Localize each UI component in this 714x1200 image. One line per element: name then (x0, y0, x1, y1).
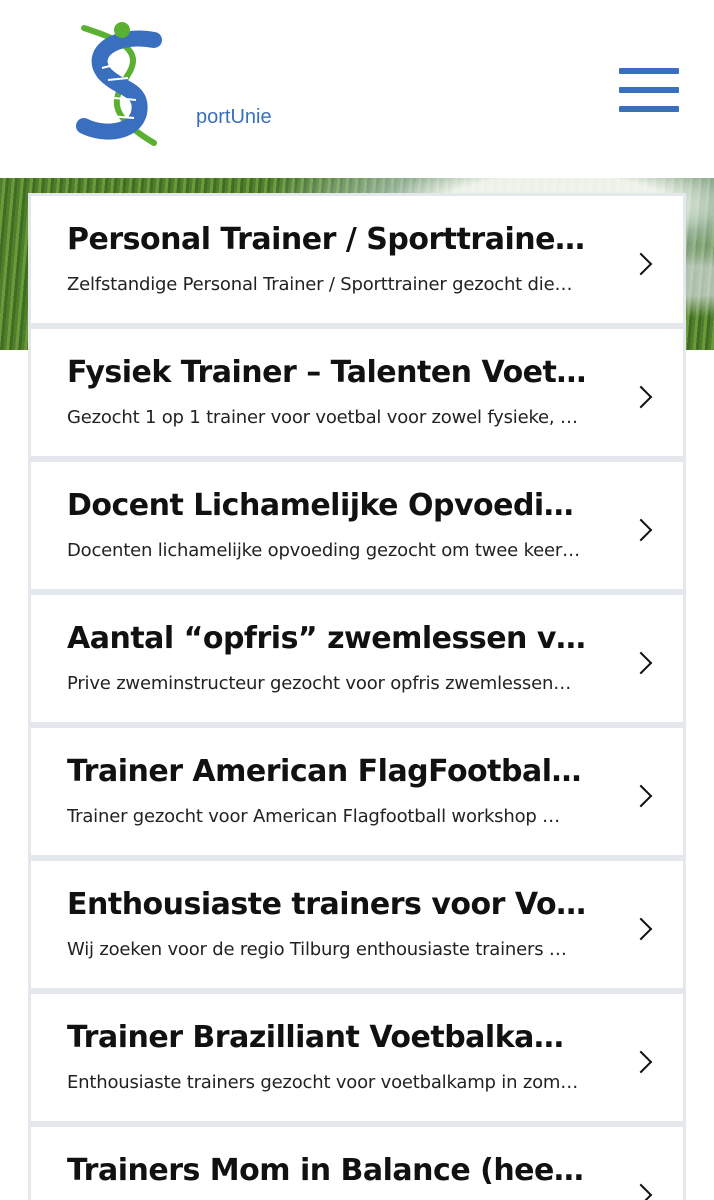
list-item[interactable]: Trainer Brazilliant Voetbalkampen … Enth… (31, 994, 683, 1121)
logo-mark-icon (76, 22, 162, 146)
job-title: Trainer American FlagFootball Den … (67, 754, 587, 789)
list-item[interactable]: Enthousiaste trainers voor Voetjeb… Wij … (31, 861, 683, 988)
chevron-right-icon (629, 252, 653, 276)
chevron-right-icon (629, 917, 653, 941)
site-header: portUnie (0, 0, 714, 178)
hamburger-menu-icon[interactable] (617, 66, 681, 114)
chevron-right-icon (629, 1050, 653, 1074)
job-description: Gezocht 1 op 1 trainer voor voetbal voor… (67, 407, 578, 428)
job-title: Personal Trainer / Sporttrainer gez… (67, 222, 587, 257)
job-title: Trainers Mom in Balance (heel NL) (67, 1153, 587, 1188)
list-item[interactable]: Fysiek Trainer – Talenten Voetbal 1 … Ge… (31, 329, 683, 456)
logo-text: portUnie (196, 106, 272, 128)
chevron-right-icon (629, 518, 653, 542)
job-description: Trainer gezocht voor American Flagfootba… (67, 806, 560, 827)
job-description: Docenten lichamelijke opvoeding gezocht … (67, 540, 580, 561)
job-title: Aantal “opfris” zwemlessen voor mi… (67, 621, 587, 656)
chevron-right-icon (629, 651, 653, 675)
list-item[interactable]: Aantal “opfris” zwemlessen voor mi… Priv… (31, 595, 683, 722)
list-item[interactable]: Docent Lichamelijke Opvoeding – g… Docen… (31, 462, 683, 589)
job-title: Fysiek Trainer – Talenten Voetbal 1 … (67, 355, 587, 390)
list-item[interactable]: Trainers Mom in Balance (heel NL) (31, 1127, 683, 1200)
job-title: Docent Lichamelijke Opvoeding – g… (67, 488, 587, 523)
job-description: Enthousiaste trainers gezocht voor voetb… (67, 1072, 579, 1093)
chevron-right-icon (629, 1183, 653, 1200)
chevron-right-icon (629, 385, 653, 409)
job-list: Personal Trainer / Sporttrainer gez… Zel… (28, 193, 686, 1200)
chevron-right-icon (629, 784, 653, 808)
sportunie-logo[interactable]: portUnie (74, 18, 272, 152)
job-description: Wij zoeken voor de regio Tilburg enthous… (67, 939, 567, 960)
job-title: Trainer Brazilliant Voetbalkampen … (67, 1020, 587, 1055)
job-title: Enthousiaste trainers voor Voetjeb… (67, 887, 587, 922)
list-item[interactable]: Trainer American FlagFootball Den … Trai… (31, 728, 683, 855)
job-description: Zelfstandige Personal Trainer / Sporttra… (67, 274, 573, 295)
job-description: Prive zweminstructeur gezocht voor opfri… (67, 673, 571, 694)
list-item[interactable]: Personal Trainer / Sporttrainer gez… Zel… (31, 196, 683, 323)
